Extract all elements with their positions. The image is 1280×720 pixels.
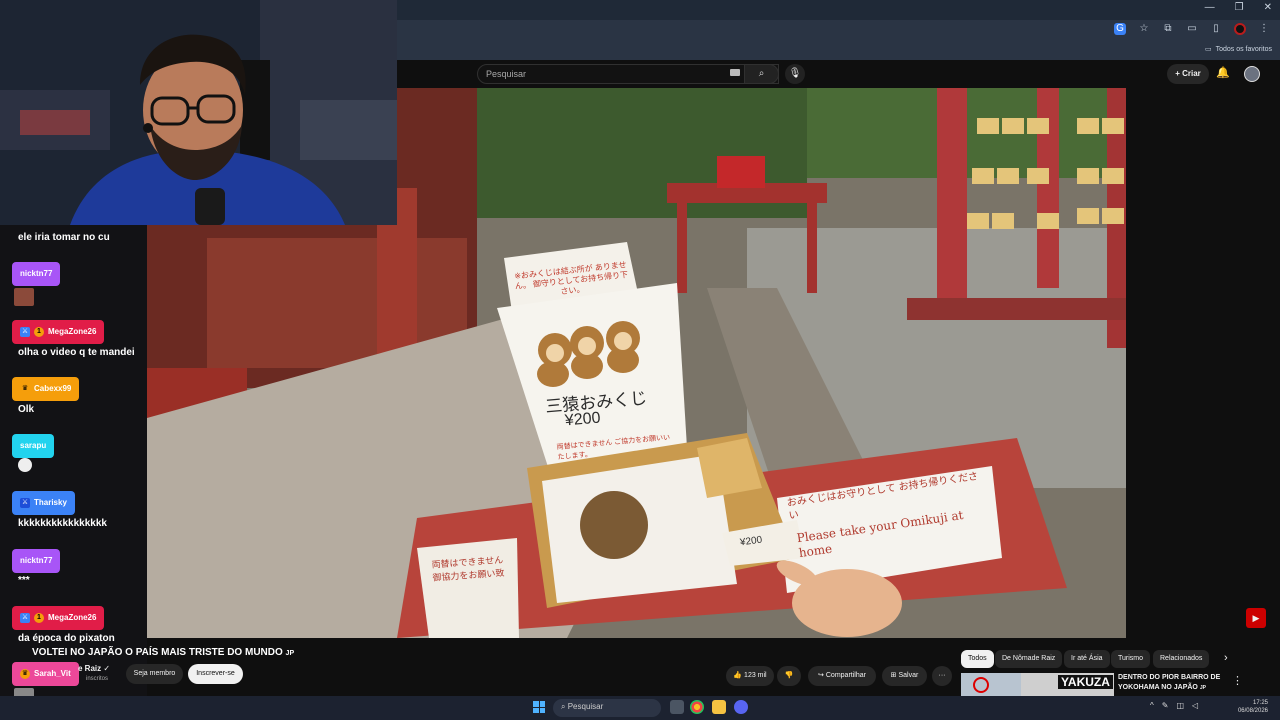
taskbar-clock[interactable]: 17:25 06/08/2026	[1238, 699, 1268, 715]
like-button[interactable]: 👍 123 mil	[726, 666, 774, 686]
subscriber-count: inscritos	[86, 676, 109, 682]
file-explorer-icon[interactable]	[712, 700, 726, 714]
channel-name[interactable]: e Raiz ✓	[78, 664, 110, 673]
chat-message-text: kkkkkkkkkkkkkkkk	[18, 518, 107, 529]
chat-username: nicktn77	[12, 262, 61, 286]
recommended-title[interactable]: DENTRO DO PIOR BAIRRO DE YOKOHAMA NO JAP…	[1118, 673, 1222, 693]
volume-icon[interactable]: ◁	[1192, 701, 1198, 710]
bookmark-star-icon[interactable]: ☆	[1138, 23, 1150, 35]
profile-icon[interactable]	[1234, 23, 1246, 35]
cast-icon[interactable]: ▭	[1186, 23, 1198, 35]
search-icon: ⌕	[758, 68, 765, 79]
all-favorites-label: Todos os favoritos	[1215, 45, 1272, 53]
browser-menu-icon[interactable]: ⋮	[1258, 23, 1270, 35]
keyboard-icon[interactable]	[730, 69, 740, 76]
youtube-watermark-icon[interactable]: ▶	[1246, 608, 1266, 628]
restore-button[interactable]: ❐	[1235, 2, 1244, 13]
chat-emote-icon	[14, 288, 34, 306]
taskbar-search-input[interactable]: ⌕ Pesquisar	[553, 699, 661, 717]
task-view-icon[interactable]	[670, 700, 684, 714]
sub-badge-icon: 1	[34, 327, 44, 337]
discord-icon[interactable]	[734, 700, 748, 714]
close-button[interactable]: ✕	[1264, 2, 1272, 13]
mod-badge-icon: ⚔	[20, 498, 30, 508]
chat-username: ⚔ 1 MegaZone26	[12, 320, 105, 344]
thumbs-up-icon: 👍	[733, 672, 743, 679]
chat-message-text: olha o video q te mandei	[18, 347, 135, 358]
create-button[interactable]: + Criar	[1167, 64, 1209, 84]
chat-username: ⚔ 1 MegaZone26	[12, 606, 105, 630]
start-button[interactable]	[533, 701, 545, 713]
chat-username: ♛ Cabexx99	[12, 377, 80, 401]
chip-tourism[interactable]: Turismo	[1111, 650, 1151, 668]
system-tray: ^ ✎ ◫ ◁	[1150, 701, 1198, 710]
chat-username: sarapu	[12, 434, 55, 458]
translate-extension-icon[interactable]: G	[1114, 23, 1126, 35]
network-icon[interactable]: ◫	[1176, 701, 1184, 710]
notifications-bell-icon[interactable]: 🔔	[1216, 66, 1230, 79]
search-icon: ⌕	[561, 702, 566, 711]
chat-username: ♛ Sarah_Vit	[12, 662, 79, 686]
no-sign-icon	[973, 677, 989, 693]
window-controls: — ❐ ✕	[1205, 2, 1272, 13]
search-button[interactable]: ⌕	[744, 64, 779, 84]
streamer-webcam	[0, 0, 397, 225]
minimize-button[interactable]: —	[1205, 2, 1215, 13]
sub-badge-icon: 1	[34, 613, 44, 623]
chat-emote-icon	[18, 458, 32, 472]
crown-badge-icon: ♛	[20, 669, 30, 679]
account-avatar[interactable]	[1244, 66, 1260, 82]
video-title: VOLTEI NO JAPÃO O PAÍS MAIS TRISTE DO MU…	[32, 647, 295, 658]
chip-all[interactable]: Todos	[961, 650, 994, 668]
recommended-thumbnail[interactable]: YAKUZA	[961, 673, 1114, 697]
chat-message-text: ele iria tomar no cu	[18, 232, 110, 243]
mic-icon: 🎙	[788, 68, 802, 79]
create-label: Criar	[1182, 69, 1201, 78]
mod-badge-icon: ⚔	[20, 327, 30, 337]
chat-username: nicktn77	[12, 549, 61, 573]
video-title-tag: JP	[285, 650, 295, 657]
toolbar-icons: G ☆ ⧉ ▭ ▯ ⋮	[1114, 23, 1270, 35]
subscribe-button[interactable]: Inscrever-se	[188, 664, 243, 684]
voice-search-button[interactable]: 🎙	[785, 64, 805, 84]
sidebar-icon[interactable]: ▯	[1210, 23, 1222, 35]
crown-badge-icon: ♛	[20, 384, 30, 394]
extensions-icon[interactable]: ⧉	[1162, 23, 1174, 35]
chat-message-text: ***	[18, 575, 30, 586]
join-button[interactable]: Seja membro	[126, 664, 183, 684]
chip-channel[interactable]: De Nômade Raiz	[995, 650, 1063, 668]
chrome-icon[interactable]	[690, 700, 704, 714]
chat-username: ⚔ Tharisky	[12, 491, 75, 515]
webcam-frame	[0, 0, 397, 225]
save-icon: ⊞	[890, 672, 897, 679]
folder-icon: ▭	[1204, 46, 1212, 53]
all-favorites-link[interactable]: ▭ Todos os favoritos	[1204, 45, 1272, 54]
verified-icon: ✓	[103, 664, 111, 673]
thumbnail-caption: YAKUZA	[1058, 675, 1113, 689]
mod-badge-icon: ⚔	[20, 613, 30, 623]
chip-related[interactable]: Relacionados	[1153, 650, 1210, 668]
thumbs-down-icon: 👎	[784, 672, 794, 679]
share-button[interactable]: ↪ Compartilhar	[808, 666, 876, 686]
chip-asia[interactable]: Ir até Ásia	[1064, 650, 1110, 668]
share-icon: ↪	[818, 672, 824, 679]
tray-chevron-icon[interactable]: ^	[1150, 701, 1154, 710]
like-count: 123 mil	[744, 672, 767, 679]
sign-price-text: ¥200	[564, 409, 602, 430]
dislike-button[interactable]: 👎	[777, 666, 801, 686]
chips-next-chevron-icon[interactable]: ›	[1224, 652, 1228, 664]
save-button[interactable]: ⊞ Salvar	[882, 666, 927, 686]
chat-message-text: Olk	[18, 404, 35, 415]
pen-icon[interactable]: ✎	[1162, 701, 1169, 710]
left-sign-jp: 両替はできません 御協力をお願い致	[431, 554, 505, 583]
chat-message-text: da época do pixaton	[18, 633, 115, 644]
recommended-menu-icon[interactable]: ⋮	[1232, 674, 1243, 687]
more-actions-button[interactable]: ···	[932, 666, 952, 686]
